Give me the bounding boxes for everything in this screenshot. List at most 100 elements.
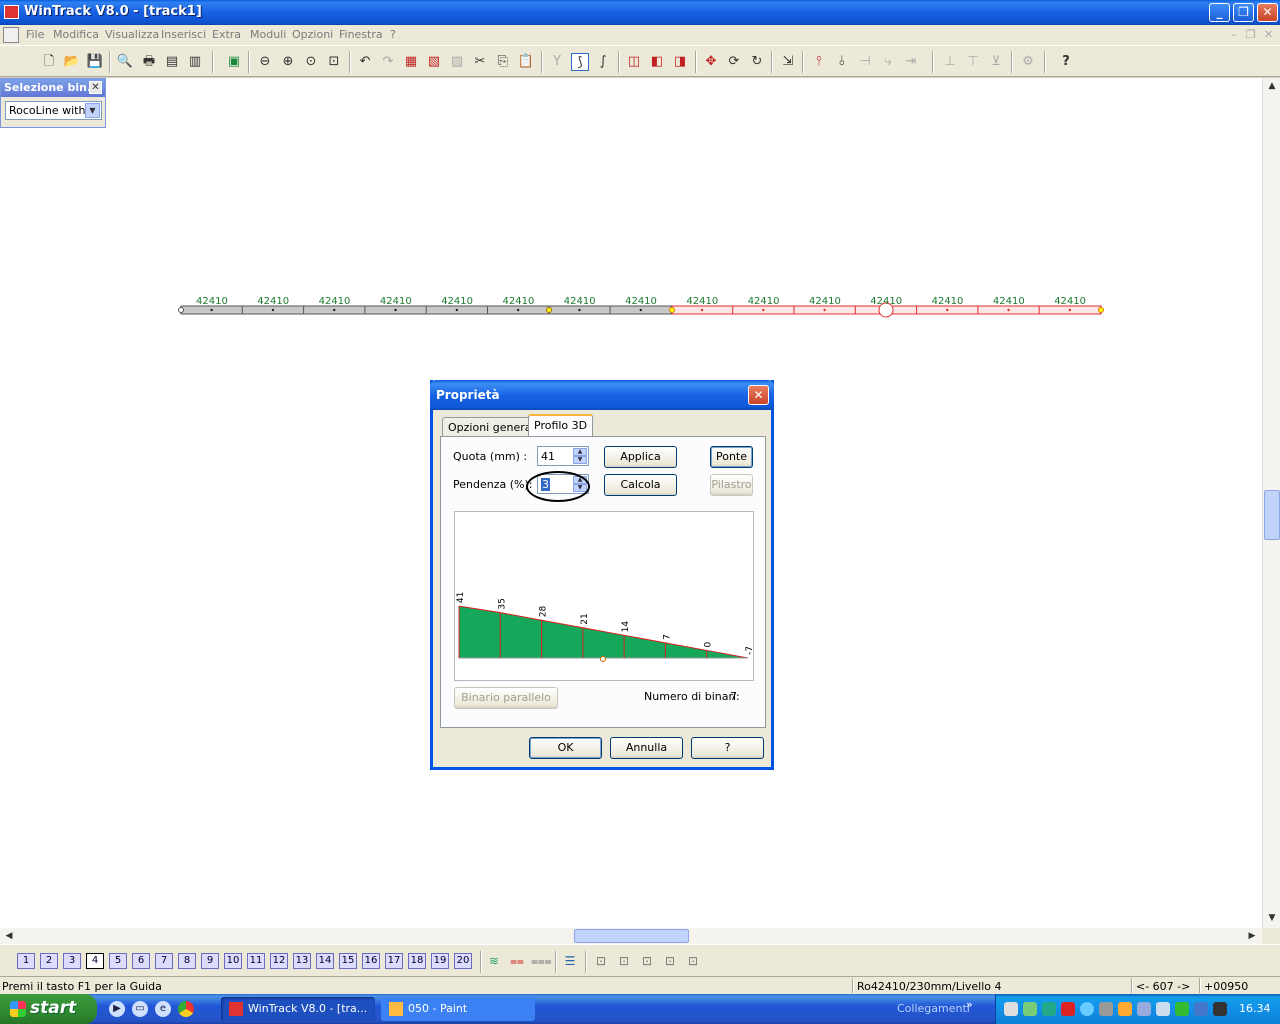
move-icon[interactable]: ✥ (702, 53, 720, 71)
grid2-icon[interactable]: ⊤ (964, 53, 982, 71)
page-button-17[interactable]: 17 (385, 953, 403, 969)
desktop-icon[interactable]: ▭ (132, 1001, 148, 1017)
layer-grey-icon[interactable]: ⩶ (531, 953, 552, 969)
calcola-button[interactable]: Calcola (604, 474, 677, 496)
rotate-icon[interactable]: ⟳ (725, 53, 743, 71)
vertical-scrollbar[interactable]: ▲ ▼ (1262, 78, 1280, 928)
image-icon[interactable]: ▣ (225, 53, 243, 71)
stack-icon[interactable]: ☰ (561, 953, 579, 969)
page-button-11[interactable]: 11 (247, 953, 265, 969)
quota-up-arrow-icon[interactable]: ▲ (573, 448, 587, 456)
page-button-13[interactable]: 13 (293, 953, 311, 969)
menu-moduli[interactable]: Moduli (250, 28, 286, 41)
rotate180-icon[interactable]: ↻ (748, 53, 766, 71)
menu-modifica[interactable]: Modifica (53, 28, 99, 41)
zoom-in-icon[interactable]: ⊕ (279, 53, 297, 71)
layer-red-icon[interactable]: ⩵ (508, 953, 526, 969)
tray-connection-icon[interactable] (1156, 1002, 1170, 1016)
start-button[interactable]: start (0, 994, 97, 1024)
page-button-5[interactable]: 5 (109, 953, 127, 969)
tray-messenger-icon[interactable] (1118, 1002, 1132, 1016)
tray-sound-icon[interactable] (1137, 1002, 1151, 1016)
page-button-2[interactable]: 2 (40, 953, 58, 969)
track-library-select[interactable]: RocoLine witho ▼ (5, 101, 102, 120)
join-icon[interactable]: ⫰ (833, 53, 851, 71)
layer-icon[interactable]: ◫ (625, 53, 643, 71)
undo-icon[interactable]: ↶ (356, 53, 374, 71)
page-button-20[interactable]: 20 (454, 953, 472, 969)
open-icon[interactable]: 📂 (63, 53, 81, 71)
close-button[interactable]: ✕ (1257, 3, 1278, 22)
copy-icon[interactable]: ⎘ (494, 53, 512, 71)
page-button-4[interactable]: 4 (86, 953, 104, 969)
menu-file[interactable]: File (26, 28, 44, 41)
menu-extra[interactable]: Extra (212, 28, 241, 41)
list2-icon[interactable]: ▧ (425, 53, 443, 71)
grid3-icon[interactable]: ⊻ (987, 53, 1005, 71)
layers-icon[interactable]: ≋ (485, 953, 503, 969)
print-setup-icon[interactable]: ▤ (163, 53, 181, 71)
insert-icon[interactable]: ⇲ (779, 53, 797, 71)
dialog-close-button[interactable]: ✕ (748, 385, 769, 405)
connect2-icon[interactable]: ⇥ (902, 53, 920, 71)
flex-icon[interactable]: ∫ (594, 53, 612, 71)
page-button-7[interactable]: 7 (155, 953, 173, 969)
minimize-button[interactable]: _ (1209, 3, 1230, 22)
layer2-icon[interactable]: ◧ (648, 53, 666, 71)
view-2-icon[interactable]: ⊡ (615, 953, 633, 969)
list3-icon[interactable]: ▨ (448, 53, 466, 71)
horizontal-scrollbar[interactable]: ◀ ▶ (0, 928, 1262, 944)
print-icon[interactable]: 🖶 (140, 53, 158, 71)
ponte-button[interactable]: Ponte (710, 446, 753, 468)
menu-help[interactable]: ? (390, 28, 396, 41)
page-button-3[interactable]: 3 (63, 953, 81, 969)
paste-icon[interactable]: 📋 (517, 53, 535, 71)
document-icon[interactable] (3, 27, 19, 43)
cut-icon[interactable]: ✂ (471, 53, 489, 71)
scroll-down-button[interactable]: ▼ (1264, 910, 1280, 926)
quota-spinner[interactable]: 41 ▲ ▼ (537, 446, 589, 466)
annulla-button[interactable]: Annulla (610, 737, 683, 759)
menu-finestra[interactable]: Finestra (339, 28, 383, 41)
task-wintrack[interactable]: WinTrack V8.0 - [tra... (221, 997, 375, 1021)
zoom-all-icon[interactable]: ⊡ (325, 53, 343, 71)
task-paint[interactable]: 050 - Paint (381, 997, 535, 1021)
connect-icon[interactable]: ⤷ (879, 53, 897, 71)
media-player-icon[interactable]: ▶ (109, 1001, 125, 1017)
tray-app-icon[interactable] (1004, 1002, 1018, 1016)
list-icon[interactable]: ▦ (402, 53, 420, 71)
page-icon[interactable]: ▥ (186, 53, 204, 71)
restore-button[interactable]: ❐ (1233, 3, 1254, 22)
page-button-6[interactable]: 6 (132, 953, 150, 969)
tray-printer-icon[interactable] (1099, 1002, 1113, 1016)
grid-icon[interactable]: ⊥ (941, 53, 959, 71)
view-1-icon[interactable]: ⊡ (592, 953, 610, 969)
pilastro-button[interactable]: Pilastro (710, 474, 753, 496)
vertical-scroll-thumb[interactable] (1264, 490, 1280, 540)
save-icon[interactable]: 💾 (86, 53, 104, 71)
tray-network-icon[interactable] (1023, 1002, 1037, 1016)
ok-button[interactable]: OK (529, 737, 602, 759)
page-button-9[interactable]: 9 (201, 953, 219, 969)
layer3-icon[interactable]: ◨ (671, 53, 689, 71)
binario-parallelo-button[interactable]: Binario parallelo (454, 687, 558, 709)
applica-button[interactable]: Applica (604, 446, 677, 468)
horizontal-scroll-thumb[interactable] (574, 929, 689, 943)
page-button-10[interactable]: 10 (224, 953, 242, 969)
tray-update-icon[interactable] (1080, 1002, 1094, 1016)
mdi-minimize-button[interactable]: – (1231, 28, 1237, 41)
view-5-icon[interactable]: ⊡ (684, 953, 702, 969)
tray-display-icon[interactable] (1213, 1002, 1227, 1016)
page-button-18[interactable]: 18 (408, 953, 426, 969)
page-button-1[interactable]: 1 (17, 953, 35, 969)
wintrack-app-icon[interactable] (4, 5, 19, 19)
view-4-icon[interactable]: ⊡ (661, 953, 679, 969)
page-button-15[interactable]: 15 (339, 953, 357, 969)
split-icon[interactable]: ⫯ (810, 53, 828, 71)
redo-icon[interactable]: ↷ (379, 53, 397, 71)
page-button-16[interactable]: 16 (362, 953, 380, 969)
view-3-icon[interactable]: ⊡ (638, 953, 656, 969)
scroll-left-button[interactable]: ◀ (1, 928, 17, 944)
page-button-12[interactable]: 12 (270, 953, 288, 969)
dialog-titlebar[interactable]: Proprietà ✕ (430, 380, 774, 410)
